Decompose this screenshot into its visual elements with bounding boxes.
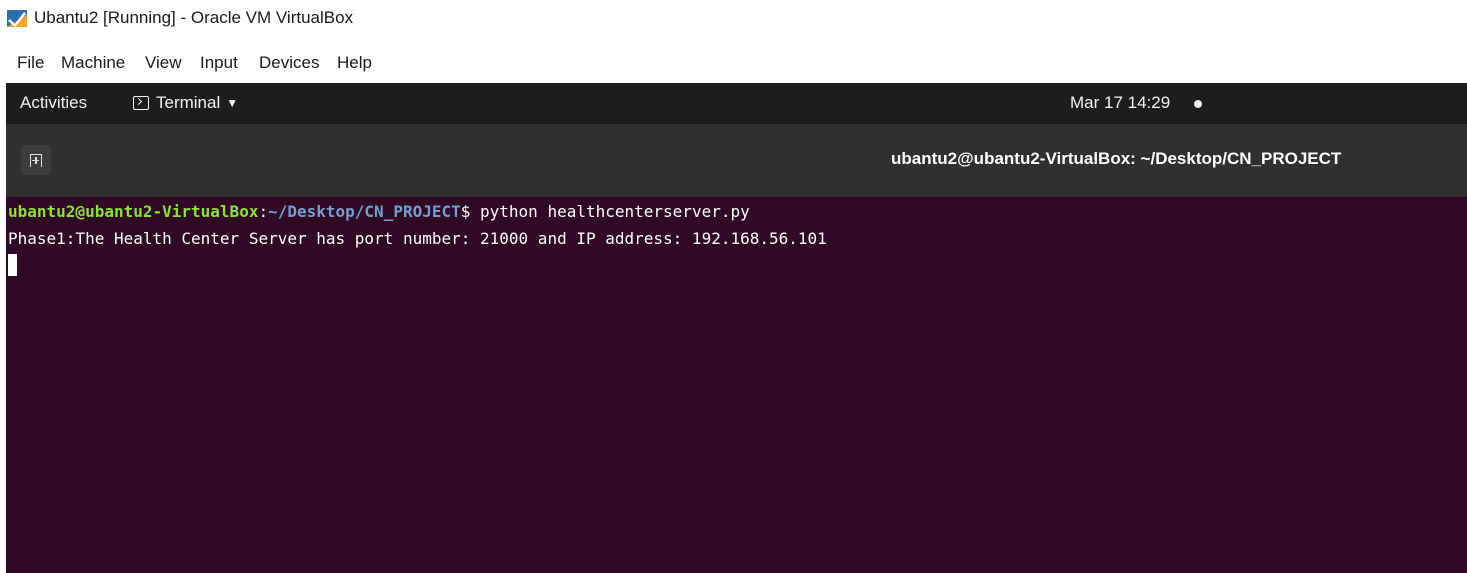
- terminal-icon: [133, 96, 149, 110]
- clock[interactable]: Mar 17 14:29: [1070, 93, 1170, 113]
- menu-devices[interactable]: Devices: [259, 53, 319, 73]
- terminal-title: ubantu2@ubantu2-VirtualBox: ~/Desktop/CN…: [891, 149, 1342, 168]
- text-cursor: [8, 254, 17, 276]
- activities-button[interactable]: Activities: [20, 93, 87, 113]
- menu-file[interactable]: File: [17, 53, 44, 73]
- menu-view[interactable]: View: [145, 53, 182, 73]
- app-menu-label: Terminal: [156, 93, 221, 112]
- output-line: Phase1:The Health Center Server has port…: [8, 229, 827, 248]
- menu-help[interactable]: Help: [337, 53, 372, 73]
- new-tab-button[interactable]: [21, 145, 51, 175]
- menu-machine[interactable]: Machine: [61, 53, 125, 73]
- terminal-output[interactable]: ubantu2@ubantu2-VirtualBox:~/Desktop/CN_…: [6, 197, 1467, 573]
- menu-bar: File Machine View Input Devices Help: [0, 48, 1467, 82]
- notification-dot-icon: [1194, 100, 1202, 108]
- menu-input[interactable]: Input: [200, 53, 238, 73]
- gnome-top-bar: Activities Terminal ▼ Mar 17 14:29: [6, 83, 1467, 124]
- new-tab-icon: [30, 153, 42, 167]
- prompt-separator: :: [258, 202, 269, 221]
- prompt-path: ~/Desktop/CN_PROJECT: [268, 202, 461, 221]
- caret-down-icon: ▼: [226, 96, 239, 110]
- window-title: Ubantu2 [Running] - Oracle VM VirtualBox: [34, 8, 354, 27]
- prompt-user: ubantu2@ubantu2-VirtualBox: [8, 202, 259, 221]
- command-text: $ python healthcenterserver.py: [460, 202, 750, 221]
- virtualbox-icon: [7, 10, 27, 27]
- window-titlebar: Ubantu2 [Running] - Oracle VM VirtualBox: [0, 0, 1467, 36]
- app-menu-terminal[interactable]: Terminal ▼: [133, 93, 238, 113]
- terminal-headerbar: ubantu2@ubantu2-VirtualBox: ~/Desktop/CN…: [6, 124, 1467, 197]
- command-line: ubantu2@ubantu2-VirtualBox:~/Desktop/CN_…: [8, 200, 750, 223]
